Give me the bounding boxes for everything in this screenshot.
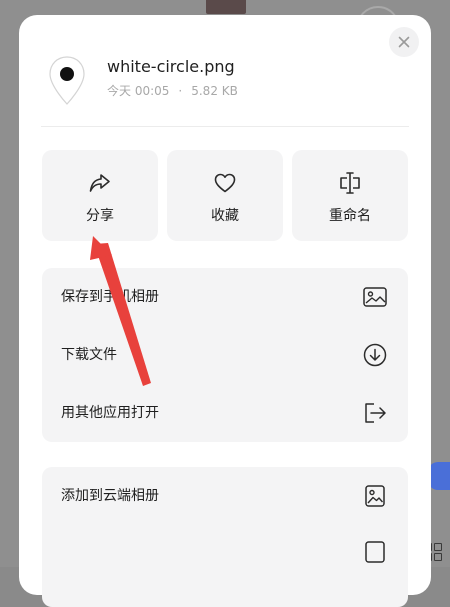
share-label: 分享 <box>86 208 114 224</box>
next-menu-item[interactable] <box>42 525 408 583</box>
download-icon <box>363 343 387 367</box>
menu-group-secondary: 添加到云端相册 <box>42 467 408 607</box>
rename-label: 重命名 <box>329 208 371 224</box>
heart-icon <box>214 173 236 193</box>
file-name: white-circle.png <box>107 57 235 76</box>
open-external-icon <box>365 403 386 423</box>
image-icon <box>365 485 385 507</box>
menu-group-primary: 保存到手机相册 下载文件 用其他应用打开 <box>42 268 408 442</box>
background-floating-button <box>428 462 450 490</box>
favorite-button[interactable]: 收藏 <box>167 150 283 241</box>
background-thumbnail <box>206 0 246 14</box>
close-button[interactable] <box>389 27 419 57</box>
open-with-other-app-label: 用其他应用打开 <box>61 405 159 421</box>
header-divider <box>41 126 409 127</box>
image-icon <box>363 287 387 307</box>
share-button[interactable]: 分享 <box>42 150 158 241</box>
menu-item-icon <box>365 541 385 563</box>
save-to-album-item[interactable]: 保存到手机相册 <box>42 268 408 326</box>
download-file-item[interactable]: 下载文件 <box>42 326 408 384</box>
share-icon <box>89 174 110 192</box>
favorite-label: 收藏 <box>211 208 239 224</box>
file-size: 5.82 KB <box>191 84 238 98</box>
rename-button[interactable]: 重命名 <box>292 150 408 241</box>
save-to-album-label: 保存到手机相册 <box>61 289 159 305</box>
file-action-sheet: white-circle.png 今天 00:05 · 5.82 KB 分享 收藏 … <box>19 15 431 607</box>
add-to-cloud-album-item[interactable]: 添加到云端相册 <box>42 467 408 525</box>
file-meta: 今天 00:05 · 5.82 KB <box>107 82 238 99</box>
meta-separator: · <box>178 84 183 98</box>
add-to-cloud-album-label: 添加到云端相册 <box>61 488 159 504</box>
location-pin-icon <box>49 56 85 105</box>
download-file-label: 下载文件 <box>61 347 117 363</box>
rename-icon <box>340 172 360 194</box>
file-date: 今天 00:05 <box>107 84 170 98</box>
close-icon <box>398 36 410 48</box>
open-with-other-app-item[interactable]: 用其他应用打开 <box>42 384 408 442</box>
